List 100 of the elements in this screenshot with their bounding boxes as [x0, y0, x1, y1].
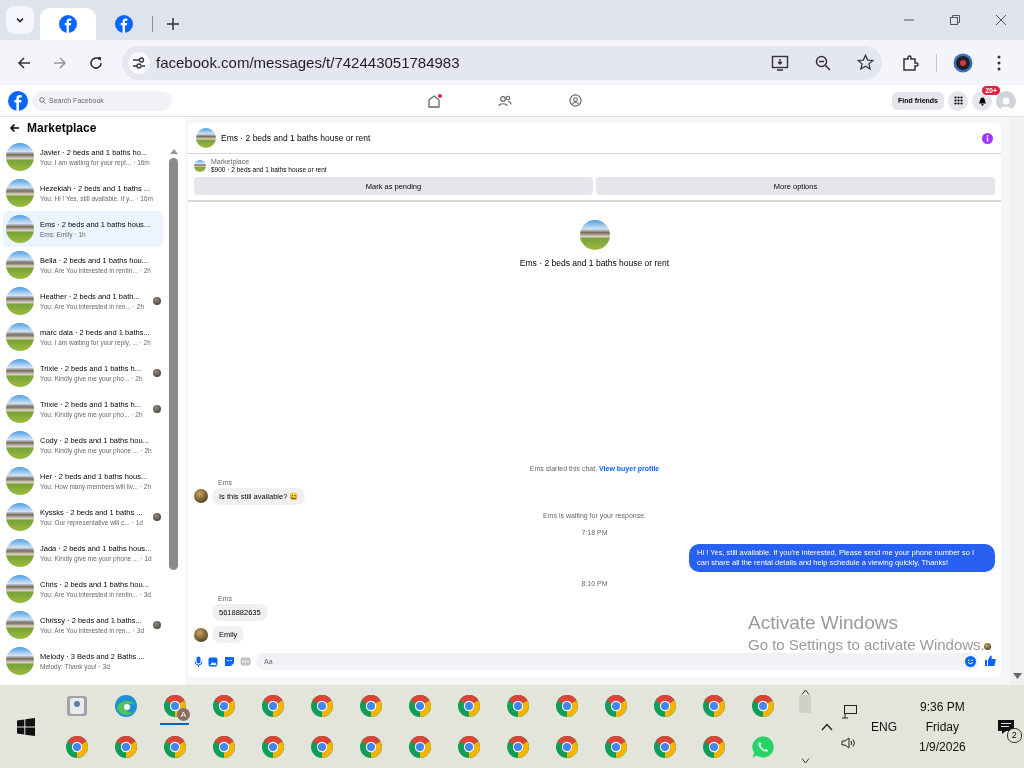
chrome-icon	[652, 693, 677, 718]
house-photo	[194, 159, 206, 172]
chrome-icon	[407, 734, 432, 759]
gif-icon[interactable]	[240, 656, 251, 666]
chrome-icon	[358, 734, 383, 759]
chrome-icon	[701, 734, 726, 759]
install-icon[interactable]	[771, 53, 789, 72]
house-photo	[6, 431, 34, 459]
sidebar-title: Marketplace	[27, 121, 97, 135]
house-photo	[6, 575, 34, 603]
scrollbar-thumb[interactable]	[799, 695, 811, 713]
house-photo	[6, 467, 34, 495]
restore-icon	[949, 14, 961, 26]
plus-icon	[166, 17, 180, 31]
network-icon[interactable]	[841, 704, 857, 719]
chrome-icon	[113, 734, 138, 759]
chrome-icon	[505, 734, 530, 759]
chrome-icon	[505, 693, 530, 718]
site-settings-icon[interactable]	[128, 51, 150, 74]
search-icon	[39, 97, 46, 104]
house-photo	[6, 611, 34, 639]
profile-avatar-icon	[953, 52, 973, 73]
browser-tab[interactable]	[40, 8, 96, 40]
back-arrow-icon[interactable]	[9, 123, 20, 133]
puzzle-icon	[901, 53, 919, 72]
wave-circle-icon	[113, 693, 138, 718]
chrome-icon	[456, 734, 481, 759]
back-arrow-icon	[16, 54, 32, 71]
chrome-icon	[162, 693, 187, 718]
chevron-up-icon[interactable]	[821, 722, 833, 731]
house-photo	[6, 323, 34, 351]
grid-icon	[953, 96, 963, 105]
house-photo	[579, 220, 610, 250]
chrome-icon	[309, 693, 334, 718]
chrome-icon	[554, 693, 579, 718]
people-icon	[498, 94, 512, 107]
menu-grid-button[interactable]	[948, 90, 968, 111]
chrome-icon	[603, 734, 628, 759]
chrome-icon	[260, 693, 285, 718]
home-icon	[427, 93, 443, 108]
bell-icon	[977, 95, 987, 106]
chrome-icon	[358, 693, 383, 718]
scroll-down-icon[interactable]	[1012, 673, 1022, 679]
chrome-icon	[211, 693, 236, 718]
chrome-icon	[554, 734, 579, 759]
chrome-icon	[64, 734, 89, 759]
chat-title: Ems · 2 beds and 1 baths house or rent	[221, 133, 372, 143]
house-photo	[196, 128, 216, 148]
house-photo	[6, 179, 34, 207]
volume-icon[interactable]	[841, 736, 857, 749]
clock[interactable]: 9:36 PM Friday 1/9/2026	[919, 699, 966, 754]
scroll-up-icon[interactable]	[800, 689, 810, 695]
image-icon[interactable]	[208, 655, 219, 667]
house-photo	[6, 143, 34, 171]
profile-badge: A	[177, 708, 190, 721]
chrome-icon	[211, 734, 236, 759]
forward-arrow-icon	[52, 54, 68, 71]
language-indicator[interactable]: ENG	[871, 719, 897, 734]
url-text: facebook.com/messages/t/742443051784983	[156, 54, 461, 71]
close-icon	[995, 14, 1007, 26]
menu-icon	[997, 54, 1001, 71]
account-avatar[interactable]	[996, 90, 1016, 111]
phone-bubble-icon	[750, 734, 775, 759]
chrome-icon	[603, 693, 628, 718]
activation-notice: Activate Windows Go to Settings to activate Windows.	[748, 612, 985, 653]
house-photo	[6, 251, 34, 279]
thumbs-up-icon[interactable]	[984, 655, 996, 667]
chrome-icon	[456, 693, 481, 718]
house-photo	[6, 359, 34, 387]
profile-title: Ems · 2 beds and 1 baths house or rent	[519, 258, 670, 268]
zoom-icon[interactable]	[815, 54, 831, 71]
scroll-down-icon[interactable]	[800, 758, 810, 764]
info-icon[interactable]	[982, 132, 993, 144]
taskbar-app[interactable]: A	[150, 685, 199, 726]
person-circle-icon	[568, 94, 582, 107]
f-logo-icon[interactable]	[59, 15, 77, 33]
scrollbar-thumb[interactable]	[169, 158, 178, 570]
reload-icon	[88, 54, 104, 71]
chrome-icon	[260, 734, 285, 759]
chrome-icon	[309, 734, 334, 759]
f-logo-icon[interactable]	[8, 90, 28, 111]
windows-logo-icon	[17, 717, 35, 736]
house-photo	[6, 503, 34, 531]
chevron-down-icon	[15, 15, 25, 25]
drive-icon	[64, 693, 89, 718]
emoji-icon[interactable]	[965, 655, 976, 667]
address-bar[interactable]: facebook.com/messages/t/742443051784983	[122, 45, 882, 80]
chrome-icon	[701, 693, 726, 718]
microphone-icon[interactable]	[194, 655, 203, 667]
house-photo	[6, 395, 34, 423]
house-photo	[6, 539, 34, 567]
house-photo	[6, 647, 34, 675]
chrome-icon	[652, 734, 677, 759]
chrome-icon	[407, 693, 432, 718]
house-photo	[6, 287, 34, 315]
house-photo	[6, 215, 34, 243]
star-icon[interactable]	[857, 54, 874, 71]
f-logo-icon[interactable]	[115, 15, 133, 33]
sticker-icon[interactable]	[224, 655, 235, 667]
chrome-icon	[162, 734, 187, 759]
